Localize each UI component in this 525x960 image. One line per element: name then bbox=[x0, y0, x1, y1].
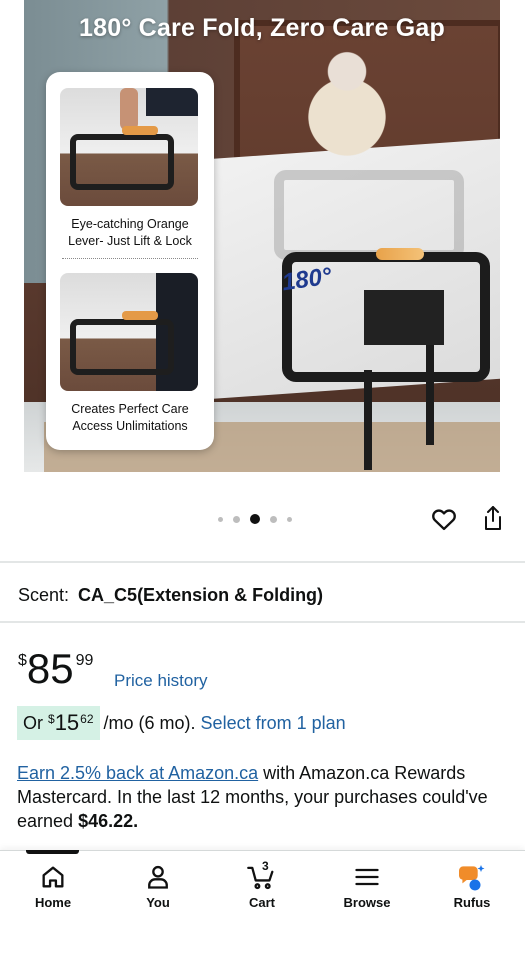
bottom-nav-bar: Home You 3 Cart Browse Rufus bbox=[0, 850, 525, 960]
rail-leg bbox=[364, 370, 372, 470]
cart-count: 3 bbox=[262, 859, 269, 873]
menu-icon bbox=[355, 868, 379, 886]
carousel-dot-active[interactable] bbox=[250, 514, 260, 524]
price-history-link[interactable]: Price history bbox=[114, 671, 208, 691]
nav-home-label: Home bbox=[34, 895, 72, 910]
nav-home[interactable]: Home bbox=[13, 863, 93, 910]
mini-rail bbox=[70, 134, 174, 190]
section-divider bbox=[0, 621, 525, 623]
nav-rufus[interactable]: Rufus bbox=[432, 863, 512, 910]
orange-lever bbox=[376, 248, 424, 260]
inset-divider bbox=[62, 258, 198, 259]
nav-cart-label: Cart bbox=[248, 895, 275, 910]
mini-lever bbox=[122, 311, 158, 320]
price: $ 85 99 bbox=[18, 646, 93, 692]
carousel-dot[interactable] bbox=[218, 516, 223, 522]
variant-value: CA_C5(Extension & Folding) bbox=[78, 585, 324, 605]
nav-cart[interactable]: 3 Cart bbox=[222, 859, 302, 910]
price-whole: 85 bbox=[26, 645, 74, 692]
feature-inset-card: Eye-catching Orange Lever- Just Lift & L… bbox=[46, 72, 214, 450]
installment-term: /mo (6 mo). bbox=[103, 712, 196, 733]
home-icon bbox=[42, 866, 64, 888]
hero-headline: 180° Care Fold, Zero Care Gap bbox=[79, 14, 445, 42]
carousel-dot[interactable] bbox=[233, 515, 240, 523]
nav-you-label: You bbox=[146, 895, 170, 910]
rail-leg bbox=[426, 345, 434, 445]
bed-rail-folded-ghost bbox=[274, 170, 464, 260]
carousel-dots[interactable] bbox=[218, 514, 292, 524]
installment-prefix: Or bbox=[23, 713, 43, 733]
installment-whole: 15 bbox=[54, 710, 80, 735]
mini-lever bbox=[122, 126, 158, 135]
rewards-amount: $46.22. bbox=[78, 811, 139, 831]
select-plan-link[interactable]: Select from 1 plan bbox=[201, 713, 346, 734]
installment-row: Or $ 15 62 /mo (6 mo). Select from 1 pla… bbox=[17, 706, 346, 740]
active-tab-indicator bbox=[26, 850, 79, 854]
variant-label: Scent: bbox=[18, 585, 70, 605]
carousel-dot[interactable] bbox=[270, 515, 277, 523]
nav-browse-label: Browse bbox=[343, 895, 391, 910]
storage-pouch bbox=[364, 290, 444, 345]
inset-caption-1: Eye-catching Orange Lever- Just Lift & L… bbox=[68, 217, 192, 248]
price-currency: $ bbox=[18, 652, 27, 669]
installment-badge: Or $ 15 62 bbox=[17, 706, 100, 740]
share-icon[interactable] bbox=[481, 504, 505, 532]
rewards-promo: Earn 2.5% back at Amazon.ca with Amazon.… bbox=[17, 761, 512, 833]
section-divider bbox=[0, 561, 525, 563]
nav-browse[interactable]: Browse bbox=[327, 863, 407, 910]
installment-currency: $ bbox=[48, 712, 55, 726]
lever-detail-photo bbox=[60, 88, 198, 206]
rufus-icon bbox=[459, 865, 485, 891]
mini-rail bbox=[70, 319, 174, 375]
carousel-dot[interactable] bbox=[287, 516, 292, 522]
arm bbox=[120, 88, 138, 130]
variant-row[interactable]: Scent: CA_C5(Extension & Folding) bbox=[18, 585, 323, 606]
product-image[interactable]: 180° 180° Care Fold, Zero Care Gap Eye-c… bbox=[24, 0, 500, 472]
nav-rufus-label: Rufus bbox=[453, 895, 491, 910]
care-access-photo bbox=[60, 273, 198, 391]
woman-reading bbox=[302, 45, 392, 165]
heart-icon[interactable] bbox=[430, 505, 458, 533]
price-fraction: 99 bbox=[75, 652, 94, 669]
sleeve bbox=[146, 88, 198, 116]
person-icon bbox=[148, 865, 168, 889]
nav-you[interactable]: You bbox=[118, 863, 198, 910]
installment-fraction: 62 bbox=[80, 712, 94, 726]
inset-caption-2: Creates Perfect Care Access Unlimitation… bbox=[71, 402, 189, 433]
rewards-link[interactable]: Earn 2.5% back at Amazon.ca bbox=[17, 763, 258, 783]
